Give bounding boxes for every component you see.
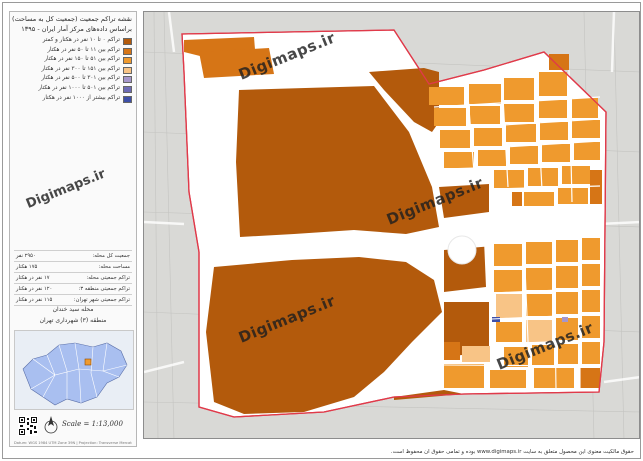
locator-subtitle: منطقه (۳) شهرداری تهران <box>39 317 107 324</box>
legend-item: تراکم بین ۳۰۱ تا ۵۰۰ نفر در هکتار <box>14 75 132 85</box>
stat-label: تراکم جمعیتی شهر تهران: <box>73 297 130 303</box>
stats-table: جمعیت کل محله: ۲۹۵۰ نفر مساحت محله: ۱۷۵ … <box>14 250 132 306</box>
legend-swatch <box>123 95 132 103</box>
scale-text: Scale = 1:13,000 <box>62 420 123 428</box>
legend-swatch <box>123 38 132 45</box>
stat-row: تراکم جمعیتی محله: ۱۷ نفر در هکتار <box>14 273 132 284</box>
stat-value: ۱۱۵ نفر در هکتار <box>16 297 53 303</box>
stat-row: مساحت محله: ۱۷۵ هکتار <box>14 262 132 273</box>
legend-swatch <box>123 76 132 84</box>
legend-panel: نقشه تراکم جمعیت (جمعیت کل به مساحت) برا… <box>9 11 137 447</box>
legend-item: تراکم بیشتر از ۱۰۰۰ نفر در هکتار <box>14 95 132 105</box>
legend-label: تراکم بین ۱۱ تا ۵۰ نفر در هکتار <box>47 46 120 53</box>
legend-item: تراکم بین ۵۰۱ تا ۱۰۰۰ نفر در هکتار <box>14 85 132 95</box>
legend-swatch <box>123 47 132 55</box>
stat-value: ۲۹۵۰ نفر <box>16 253 36 259</box>
qr-code <box>18 416 38 436</box>
legend-swatch <box>123 66 132 74</box>
stat-row: تراکم جمعیتی شهر تهران: ۱۱۵ نفر در هکتار <box>14 295 132 306</box>
copyright-footer: حقوق مالکیت معنوی این محصول متعلق به سای… <box>390 449 634 455</box>
legend-item: تراکم بین ۵۱ تا ۱۵۰ نفر در هکتار <box>14 56 132 66</box>
legend-label: تراکم بین ۵۰۱ تا ۱۰۰۰ نفر در هکتار <box>38 84 120 91</box>
map-title: نقشه تراکم جمعیت (جمعیت کل به مساحت) <box>12 15 132 23</box>
stat-row: تراکم جمعیتی منطقه ۳: ۱۲۰ نفر در هکتار <box>14 284 132 295</box>
legend-swatch <box>123 57 132 65</box>
scale-block: Scale = 1:13,000 <box>44 414 138 440</box>
stat-label: مساحت محله: <box>98 264 130 270</box>
watermark: Digimaps.ir <box>24 166 108 212</box>
locator-map <box>14 330 134 410</box>
stat-row: جمعیت کل محله: ۲۹۵۰ نفر <box>14 251 132 262</box>
map-subtitle: براساس داده‌های مرکز آمار ایران - ۱۳۹۵ <box>21 25 132 33</box>
legend-label: تراکم بیشتر از ۱۰۰۰ نفر در هکتار <box>42 94 120 101</box>
legend-label: تراکم بین ۱۵۱ تا ۳۰۰ نفر در هکتار <box>41 65 120 72</box>
stat-value: ۱۲۰ نفر در هکتار <box>16 286 53 292</box>
legend-item: تراکم بین ۱۱ تا ۵۰ نفر در هکتار <box>14 47 132 57</box>
stat-label: تراکم جمعیتی محله: <box>86 275 130 281</box>
legend-label: تراکم بین ۵۱ تا ۱۵۰ نفر در هکتار <box>44 56 120 63</box>
legend-item: تراکم ۰ تا ۱۰ نفر در هکتار و کمتر <box>14 37 132 47</box>
map-view: Digimaps.ir Digimaps.ir Digimaps.ir Digi… <box>143 11 640 439</box>
stat-value: ۱۷۵ هکتار <box>16 264 38 270</box>
legend-label: تراکم بین ۳۰۱ تا ۵۰۰ نفر در هکتار <box>41 75 120 82</box>
datum-credit: Datum: WGS 1984 UTM Zone 39N | Projectio… <box>14 441 132 445</box>
north-arrow-icon <box>44 414 58 436</box>
legend-item: تراکم بین ۱۵۱ تا ۳۰۰ نفر در هکتار <box>14 66 132 76</box>
stat-value: ۱۷ نفر در هکتار <box>16 275 50 281</box>
legend-swatch <box>123 85 132 93</box>
locator-title: محله سید خندان <box>52 306 94 313</box>
stat-label: تراکم جمعیتی منطقه ۳: <box>78 286 130 292</box>
map-sheet: نقشه تراکم جمعیت (جمعیت کل به مساحت) برا… <box>2 2 641 459</box>
legend-label: تراکم ۰ تا ۱۰ نفر در هکتار و کمتر <box>42 37 120 43</box>
stat-label: جمعیت کل محله: <box>92 253 130 259</box>
density-legend: تراکم ۰ تا ۱۰ نفر در هکتار و کمتر تراکم … <box>14 37 132 104</box>
locator-map-graphic <box>22 342 128 406</box>
